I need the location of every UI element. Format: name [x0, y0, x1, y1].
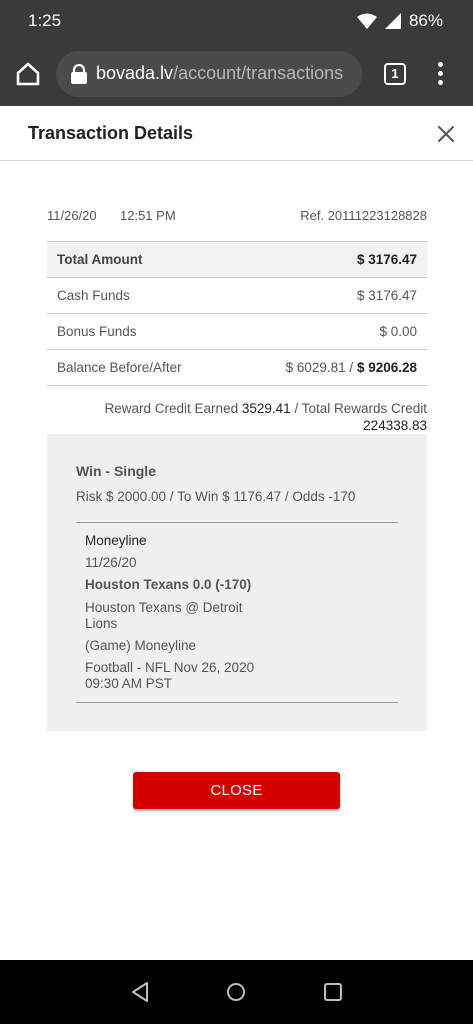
total-label: Total Amount	[57, 252, 143, 267]
cell-signal-icon	[384, 13, 401, 29]
bonus-value: $ 0.00	[379, 324, 417, 339]
balance-label: Balance Before/After	[57, 360, 182, 375]
leg-matchup: Houston Texans @ Detroit Lions	[85, 600, 243, 631]
browser-toolbar: bovada.lv/account/transactions 1	[0, 42, 473, 106]
amounts-table: Total Amount $ 3176.47 Cash Funds $ 3176…	[47, 241, 427, 386]
url-domain: bovada.lv	[96, 63, 174, 83]
balance-value: $ 6029.81 / $ 9206.28	[286, 360, 417, 375]
transaction-date: 11/26/20	[47, 208, 97, 223]
battery-percent: 86%	[408, 11, 443, 30]
rewards-summary: Reward Credit Earned 3529.41 / Total Rew…	[47, 400, 427, 434]
leg-date: 11/26/20	[85, 555, 137, 570]
table-row-total: Total Amount $ 3176.47	[47, 242, 427, 278]
reward-earned-label: Reward Credit Earned	[104, 401, 239, 416]
table-row-balance: Balance Before/After $ 6029.81 / $ 9206.…	[47, 350, 427, 386]
close-button[interactable]: CLOSE	[133, 772, 340, 809]
tab-switcher-button[interactable]: 1	[384, 63, 406, 85]
lock-icon	[71, 64, 87, 84]
leg-selection: Houston Texans 0.0 (-170)	[85, 577, 252, 592]
status-bar: 1:25 86%	[0, 0, 473, 42]
balance-after: $ 9206.28	[356, 360, 417, 375]
divider	[76, 702, 398, 703]
cash-value: $ 3176.47	[356, 288, 417, 303]
bet-type: Win - Single	[76, 463, 156, 479]
overflow-menu-icon[interactable]	[434, 62, 446, 86]
balance-before: $ 6029.81 /	[285, 360, 354, 375]
modal-title: Transaction Details	[28, 123, 194, 143]
bet-details: Win - Single Risk $ 2000.00 / To Win $ 1…	[47, 434, 427, 731]
status-icons: 86%	[356, 11, 443, 31]
url-text: bovada.lv/account/transactions	[96, 63, 343, 84]
reward-earned-value: 3529.41	[241, 401, 291, 416]
address-bar[interactable]: bovada.lv/account/transactions	[56, 51, 362, 97]
leg-game-type: (Game) Moneyline	[85, 638, 197, 653]
wifi-icon	[356, 13, 377, 29]
divider	[76, 522, 398, 523]
back-icon[interactable]	[128, 980, 152, 1004]
recents-icon[interactable]	[321, 980, 345, 1004]
home-circle-icon[interactable]	[224, 980, 248, 1004]
modal-header: Transaction Details	[0, 106, 473, 161]
close-icon[interactable]	[436, 124, 456, 144]
system-nav-bar	[0, 960, 473, 1024]
total-value: $ 3176.47	[356, 252, 417, 267]
transaction-ref: Ref. 20111223128828	[300, 208, 427, 223]
cash-label: Cash Funds	[57, 288, 130, 303]
leg-event: Football - NFL Nov 26, 2020 09:30 AM PST	[85, 660, 255, 691]
reward-total-value: 224338.83	[363, 418, 427, 433]
bonus-label: Bonus Funds	[57, 324, 137, 339]
reward-total-label: / Total Rewards Credit	[294, 401, 427, 416]
leg-market: Moneyline	[85, 533, 147, 548]
transaction-time: 12:51 PM	[120, 208, 176, 223]
table-row-cash: Cash Funds $ 3176.47	[47, 278, 427, 314]
status-time: 1:25	[28, 11, 62, 30]
url-path: /account/transactions	[173, 63, 344, 83]
home-icon[interactable]	[14, 60, 42, 88]
table-row-bonus: Bonus Funds $ 0.00	[47, 314, 427, 350]
bet-summary: Risk $ 2000.00 / To Win $ 1176.47 / Odds…	[76, 489, 356, 504]
